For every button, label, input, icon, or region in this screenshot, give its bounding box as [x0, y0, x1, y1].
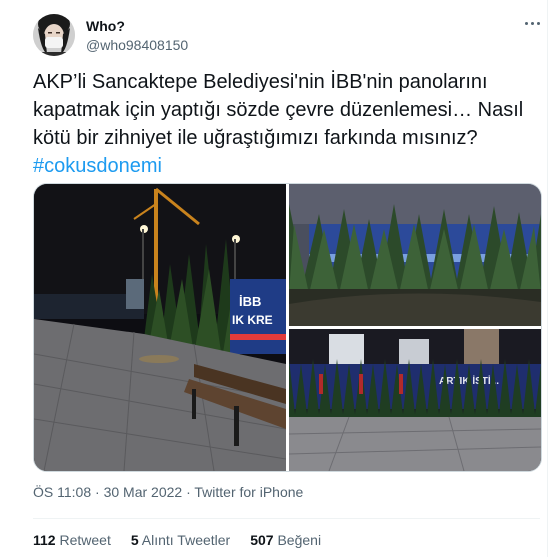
tweet-text: AKP’li Sancaktepe Belediyesi'nin İBB'nin…: [33, 68, 533, 180]
quotes-label: Alıntı Tweetler: [141, 532, 231, 548]
media-grid: İBB IK KRE: [33, 183, 542, 472]
tweet-text-line: AKP’li Sancaktepe Belediyesi'nin İBB'nin…: [33, 71, 488, 93]
author-name[interactable]: Who?: [86, 18, 125, 34]
tweet-card: Who? @who98408150 AKP’li Sancaktepe Bele…: [0, 0, 548, 557]
tweet-time[interactable]: ÖS 11:08: [33, 484, 91, 500]
tweet-text-line: kötü bir zihniyet ile uğraştığımızı fark…: [33, 127, 478, 149]
tweet-photo-1[interactable]: İBB IK KRE: [34, 184, 286, 471]
masked-person-icon: [33, 14, 75, 56]
retweets-count: 112: [33, 532, 56, 548]
tweet-meta: ÖS 11:08 · 30 Mar 2022 · Twitter for iPh…: [33, 484, 303, 500]
divider: [33, 518, 540, 519]
meta-separator: ·: [186, 484, 191, 500]
tweet-text-line: kapatmak için yaptığı sözde çevre düzenl…: [33, 99, 524, 121]
engagement-stats: 112 Retweet 5 Alıntı Tweetler 507 Beğeni: [33, 532, 321, 548]
photo1-sign-text-2: IK KRE: [232, 313, 273, 327]
retweets-stat[interactable]: 112 Retweet: [33, 532, 111, 548]
likes-stat[interactable]: 507 Beğeni: [250, 532, 321, 548]
likes-label: Beğeni: [277, 532, 322, 548]
tweet-date[interactable]: 30 Mar 2022: [104, 484, 183, 500]
likes-count: 507: [250, 532, 274, 548]
quote-tweets-stat[interactable]: 5 Alıntı Tweetler: [131, 532, 230, 548]
author-handle[interactable]: @who98408150: [86, 37, 188, 53]
hashtag-link[interactable]: #cokusdonemi: [33, 152, 533, 180]
tweet-photo-3[interactable]: ARTIK İSTİ...: [289, 329, 541, 471]
photo1-sign-text-1: İBB: [239, 294, 261, 309]
quotes-count: 5: [130, 532, 139, 548]
tweet-photo-2[interactable]: [289, 184, 541, 326]
meta-separator: ·: [95, 484, 100, 500]
avatar[interactable]: [33, 14, 75, 56]
retweets-label: Retweet: [59, 532, 111, 548]
more-options-icon[interactable]: [520, 16, 544, 30]
tweet-source[interactable]: Twitter for iPhone: [194, 484, 303, 500]
